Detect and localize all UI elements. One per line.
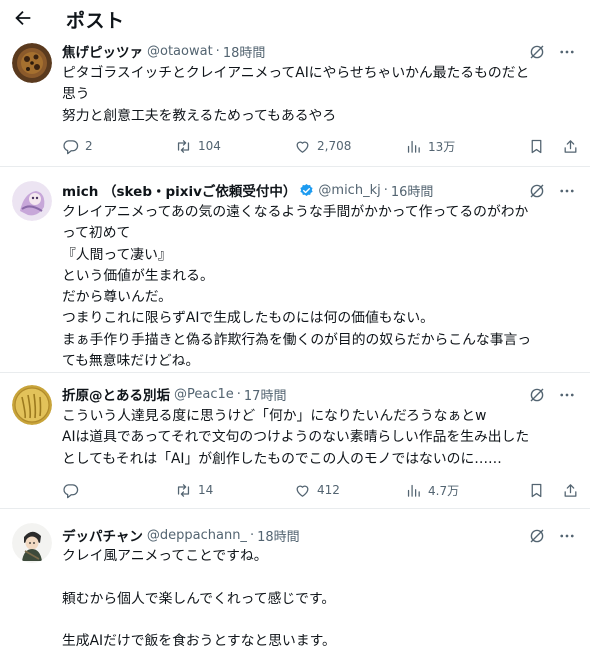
like-count: 412 [317, 483, 340, 497]
post-time[interactable]: 17時間 [244, 385, 287, 404]
post-line: 『人間って凄い』 [62, 246, 172, 263]
page-header: ポスト [0, 0, 590, 37]
reply-button[interactable]: 2 [62, 138, 93, 155]
post-line: こういう人達見る度に思うけど「何か」になりたいんだろうなぁとw [62, 408, 487, 424]
post-line: としてもそれは「AI」が創作したものでこの人のモノではないのに…… [62, 450, 502, 467]
post-line [62, 610, 574, 631]
reply-count: 2 [85, 139, 93, 153]
author-name[interactable]: mich （skeb・pixivご依頼受付中） [62, 180, 296, 200]
author-name[interactable]: デッパチャン [62, 525, 143, 545]
share-icon [564, 139, 577, 153]
views-button[interactable]: 13万 [405, 138, 455, 155]
repost-button[interactable]: 104 [175, 138, 221, 155]
post-line: クレイアニメってあの気の遠くなるような手間がかかって作ってるのがわか [62, 204, 529, 220]
repost-icon [177, 483, 190, 497]
post-meta: 折原@とある別垢 @Peac1e · 17時間 [62, 384, 287, 405]
post-text: こういう人達見る度に思うけど「何か」になりたいんだろうなぁとw AIは道具であっ… [62, 406, 574, 470]
repost-icon [177, 139, 190, 153]
post-line: だから尊いんだ。 [62, 289, 172, 306]
post-item[interactable]: デッパチャン @deppachann_ · 18時間 クレイ風アニメってことです… [0, 509, 590, 649]
more-icon[interactable] [558, 182, 576, 200]
grok-icon[interactable] [528, 527, 546, 545]
post-item[interactable]: 焦げピッツァ @otaowat · 18時間 ピタゴラスイッチとクレイアニメって… [0, 37, 590, 167]
repost-count: 14 [198, 483, 214, 497]
post-line: 生成AIだけで飯を食おうとすなと思います。 [62, 633, 336, 649]
avatar[interactable] [12, 523, 52, 563]
repost-button[interactable]: 14 [175, 482, 213, 499]
more-icon[interactable] [558, 527, 576, 545]
like-count: 2,708 [317, 139, 352, 153]
bookmark-button[interactable] [528, 138, 545, 155]
views-button[interactable]: 4.7万 [405, 482, 459, 499]
author-handle[interactable]: @Peac1e [174, 387, 234, 402]
post-line: 思う [62, 86, 90, 103]
post-line: つまりこれに限らずAIで生成したものには何の価値もない。 [62, 310, 434, 327]
post-line: ても無意味だけどね。 [62, 353, 200, 370]
reply-icon [63, 483, 79, 498]
post-line [62, 567, 574, 588]
author-handle[interactable]: @otaowat [147, 44, 213, 59]
author-name[interactable]: 折原@とある別垢 [62, 384, 170, 404]
avatar[interactable] [12, 43, 52, 83]
post-time[interactable]: 16時間 [391, 181, 434, 200]
views-count: 13万 [428, 139, 456, 154]
reply-icon [63, 139, 79, 154]
bookmark-button[interactable] [528, 482, 545, 499]
views-icon [407, 484, 420, 497]
views-icon [407, 140, 420, 153]
back-arrow-icon[interactable] [12, 7, 34, 29]
grok-icon[interactable] [528, 182, 546, 200]
like-icon [296, 141, 309, 153]
separator-dot: · [215, 43, 220, 59]
like-button[interactable]: 2,708 [294, 138, 351, 155]
post-time[interactable]: 18時間 [223, 42, 266, 61]
post-line: 頼むから個人で楽しんでくれって感じです。 [62, 590, 336, 607]
separator-dot: · [236, 386, 241, 402]
author-handle[interactable]: @deppachann_ [147, 528, 247, 543]
post-line: クレイ風アニメってことですね。 [62, 548, 268, 564]
author-handle[interactable]: @mich_kj [318, 183, 380, 198]
more-icon[interactable] [558, 386, 576, 404]
avatar[interactable] [12, 181, 52, 221]
separator-dot: · [383, 182, 388, 198]
post-time[interactable]: 18時間 [257, 526, 300, 545]
reply-button[interactable] [62, 482, 85, 499]
bookmark-icon [531, 139, 542, 153]
like-button[interactable]: 412 [294, 482, 340, 499]
post-item[interactable]: mich （skeb・pixivご依頼受付中） @mich_kj · 16時間 … [0, 167, 590, 373]
post-text: ピタゴラスイッチとクレイアニメってAIにやらせちゃいかん最たるものだと 思う 努… [62, 63, 574, 127]
post-line: AIは道具であってそれで文句のつけようのない素晴らしい作品を生み出した [62, 429, 530, 446]
post-line: って初めて [62, 225, 131, 242]
author-name[interactable]: 焦げピッツァ [62, 41, 143, 61]
like-icon [296, 485, 309, 497]
post-meta: デッパチャン @deppachann_ · 18時間 [62, 525, 300, 546]
share-button[interactable] [562, 482, 579, 499]
action-bar: 2 104 2,708 13万 [62, 136, 582, 156]
page-title: ポスト [66, 10, 125, 32]
separator-dot: · [249, 527, 255, 543]
post-line: 努力と創意工夫を教えるためってもあるやろ [62, 107, 337, 124]
action-bar: 14 412 4.7万 [62, 480, 582, 500]
post-meta: 焦げピッツァ @otaowat · 18時間 [62, 41, 266, 62]
post-line: という価値が生まれる。 [62, 267, 214, 284]
grok-icon[interactable] [528, 386, 546, 404]
post-text: クレイアニメってあの気の遠くなるような手間がかかって作ってるのがわか って初めて… [62, 202, 574, 372]
repost-count: 104 [198, 139, 221, 153]
verified-badge-icon [300, 183, 313, 196]
grok-icon[interactable] [528, 43, 546, 61]
more-icon[interactable] [558, 43, 576, 61]
share-icon [564, 483, 577, 497]
post-meta: mich （skeb・pixivご依頼受付中） @mich_kj · 16時間 [62, 180, 434, 201]
post-line: まぁ手作り手描きと偽る詐欺行為を働くのが目的の奴らだからこんな事言っ [62, 331, 532, 348]
post-item[interactable]: 折原@とある別垢 @Peac1e · 17時間 こういう人達見る度に思うけど「何… [0, 373, 590, 509]
post-line: ピタゴラスイッチとクレイアニメってAIにやらせちゃいかん最たるものだと [62, 65, 530, 81]
avatar[interactable] [12, 385, 52, 425]
share-button[interactable] [562, 138, 579, 155]
post-text: クレイ風アニメってことですね。 頼むから個人で楽しんでくれって感じです。 生成A… [62, 546, 574, 649]
bookmark-icon [531, 483, 542, 497]
views-count: 4.7万 [428, 483, 460, 498]
